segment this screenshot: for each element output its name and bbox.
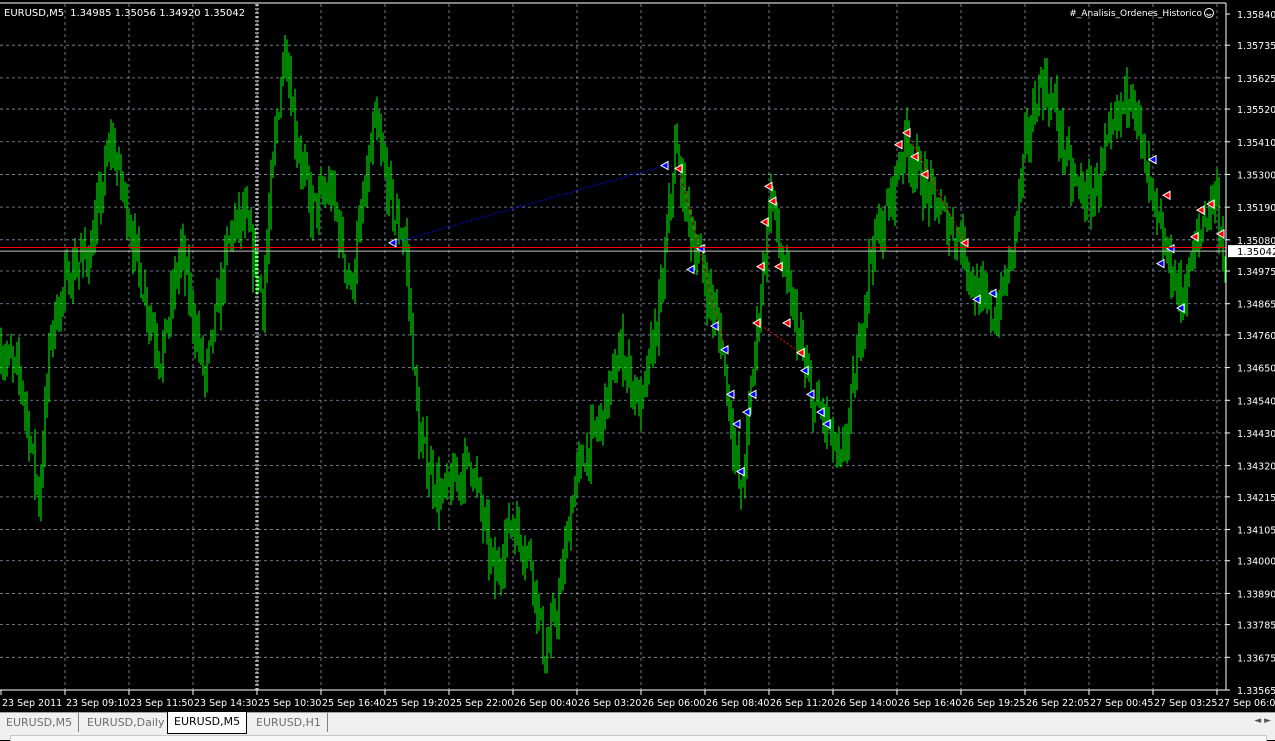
x-tick-label: 23 Sep 11:50: [130, 698, 193, 709]
tab-eurusd-daily[interactable]: EURUSD,Daily: [81, 713, 172, 732]
y-tick-label: 1.34650: [1237, 364, 1275, 375]
current-price-label: 1.35042: [1237, 247, 1275, 258]
x-tick-label: 26 Sep 16:40: [898, 698, 961, 709]
x-tick-label: 27 Sep 06:05: [1218, 698, 1275, 709]
tab-eurusd-m5-active[interactable]: EURUSD,M5: [167, 712, 248, 734]
x-tick-label: 26 Sep 06:00: [642, 698, 705, 709]
x-tick-label: 26 Sep 03:20: [578, 698, 641, 709]
y-tick-label: 1.35300: [1237, 170, 1275, 181]
y-tick-label: 1.35520: [1237, 105, 1275, 116]
y-tick-label: 1.34000: [1237, 557, 1275, 568]
y-tick-label: 1.34540: [1237, 396, 1275, 407]
symbol-label: EURUSD,M5: [4, 8, 64, 19]
y-tick-label: 1.35735: [1237, 41, 1275, 52]
tab-eurusd-h1[interactable]: EURUSD,H1: [250, 713, 328, 732]
y-tick-label: 1.33565: [1237, 686, 1275, 697]
y-tick-label: 1.33675: [1237, 653, 1275, 664]
tab-scroll-arrows[interactable]: ◄ ►: [1254, 716, 1271, 726]
y-tick-label: 1.34105: [1237, 526, 1275, 537]
price-chart[interactable]: 1.35840 1.35735 1.35625 1.35520 1.35410 1.353…: [0, 0, 1275, 712]
x-tick-label: 23 Sep 09:10: [66, 698, 129, 709]
y-tick-label: 1.34975: [1237, 267, 1275, 278]
y-tick-label: 1.34760: [1237, 331, 1275, 342]
chart-header: EURUSD,M5 1.34985 1.35056 1.34920 1.35042: [4, 8, 245, 19]
x-tick-label: 26 Sep 08:40: [706, 698, 769, 709]
x-tick-label: 23 Sep 2011: [2, 698, 62, 709]
horizontal-scrollbar[interactable]: [10, 735, 1267, 741]
y-tick-label: 1.34215: [1237, 493, 1275, 504]
x-tick-label: 26 Sep 22:05: [1026, 698, 1089, 709]
x-tick-label: 25 Sep 22:00: [450, 698, 513, 709]
x-tick-label: 27 Sep 00:45: [1090, 698, 1153, 709]
y-tick-label: 1.33785: [1237, 621, 1275, 632]
x-tick-label: 25 Sep 19:20: [386, 698, 449, 709]
x-tick-label: 25 Sep 16:40: [322, 698, 385, 709]
x-tick-label: 26 Sep 11:20: [770, 698, 833, 709]
y-tick-label: 1.34430: [1237, 429, 1275, 440]
y-tick-label: 1.33890: [1237, 589, 1275, 600]
y-tick-label: 1.34865: [1237, 300, 1275, 311]
ohlc-values: 1.34985 1.35056 1.34920 1.35042: [70, 8, 245, 19]
x-tick-label: 26 Sep 19:25: [962, 698, 1025, 709]
indicator-label: #_Analisis_Ordenes_Historico: [1069, 9, 1202, 19]
x-tick-label: 26 Sep 14:00: [834, 698, 897, 709]
y-tick-label: 1.35625: [1237, 74, 1275, 85]
y-tick-label: 1.34320: [1237, 462, 1275, 473]
x-tick-label: 26 Sep 00:40: [514, 698, 577, 709]
chart-tabs: EURUSD,M5 EURUSD,Daily EURUSD,M5 EURUSD,…: [0, 712, 1275, 741]
y-tick-label: 1.35410: [1237, 138, 1275, 149]
x-tick-label: 23 Sep 14:30: [194, 698, 257, 709]
x-tick-label: 27 Sep 03:25: [1154, 698, 1217, 709]
y-tick-label: 1.35190: [1237, 203, 1275, 214]
x-tick-label: 25 Sep 10:30: [258, 698, 321, 709]
tab-eurusd-m5[interactable]: EURUSD,M5: [0, 713, 80, 732]
y-tick-label: 1.35840: [1237, 10, 1275, 21]
